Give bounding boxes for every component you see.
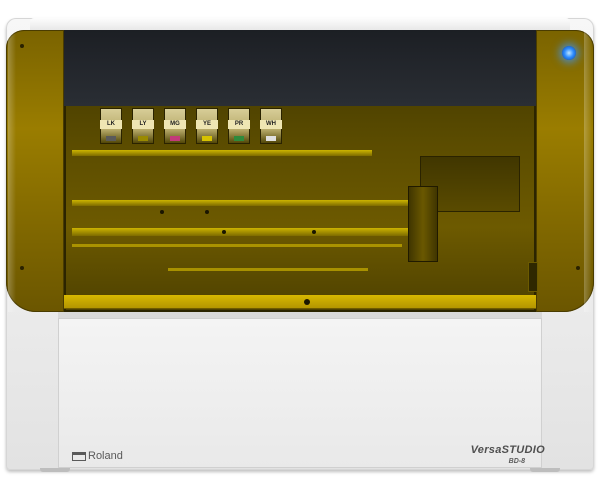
- rail-bolt: [312, 230, 316, 234]
- print-head-carriage: [408, 186, 438, 262]
- model-code: BD-8: [508, 458, 525, 465]
- brand-logo-text: Roland: [88, 450, 123, 462]
- roland-logo-icon: [72, 451, 86, 461]
- cartridge-label: WH: [260, 120, 282, 129]
- right-cover-highlight: [584, 30, 592, 312]
- right-side-cover: [536, 30, 594, 312]
- left-cover-highlight: [8, 30, 16, 312]
- screw: [20, 266, 24, 270]
- cover-dark-top: [64, 30, 536, 106]
- rail-bolt: [222, 230, 226, 234]
- ink-cartridge: WH: [260, 108, 282, 144]
- ink-cartridge: LY: [132, 108, 154, 144]
- cartridge-label: PR: [228, 120, 250, 129]
- printer-foot: [40, 468, 70, 472]
- ink-cartridge: LK: [100, 108, 122, 144]
- brand-logo: Roland: [72, 449, 123, 463]
- cover-bottom-bar: [64, 295, 536, 309]
- rail-bolt: [160, 210, 164, 214]
- cartridge-label: LY: [132, 120, 154, 129]
- ink-cartridge-bay: LK LY MG YE PR WH: [100, 108, 300, 144]
- cartridge-label: YE: [196, 120, 218, 129]
- cartridge-tab: [170, 136, 180, 141]
- ink-cartridge: PR: [228, 108, 250, 144]
- carriage-rail-lower: [72, 244, 402, 247]
- cartridge-label: MG: [164, 120, 186, 129]
- product-photo: LK LY MG YE PR WH Roland VersaSTUDIO BD-…: [0, 0, 600, 485]
- media-platen-edge: [168, 268, 368, 271]
- carriage-rail-upper: [72, 200, 412, 206]
- left-side-cover: [6, 30, 64, 312]
- cartridge-tab: [138, 136, 148, 141]
- carriage-rail-main: [72, 228, 412, 236]
- power-button[interactable]: [562, 46, 576, 60]
- cartridge-tab: [234, 136, 244, 141]
- model-name: VersaSTUDIO: [470, 444, 545, 456]
- cartridge-label: LK: [100, 120, 122, 129]
- printer-foot: [530, 468, 560, 472]
- screw: [576, 266, 580, 270]
- ink-cartridge: MG: [164, 108, 186, 144]
- cartridge-tab: [266, 136, 276, 141]
- cartridge-tab: [202, 136, 212, 141]
- cover-handle-dot: [304, 299, 310, 305]
- ink-station-rail: [72, 150, 372, 156]
- top-rim: [30, 18, 570, 30]
- cartridge-tab: [106, 136, 116, 141]
- rail-bolt: [205, 210, 209, 214]
- screw: [20, 44, 24, 48]
- ink-cartridge: YE: [196, 108, 218, 144]
- side-sensor-block: [528, 262, 538, 292]
